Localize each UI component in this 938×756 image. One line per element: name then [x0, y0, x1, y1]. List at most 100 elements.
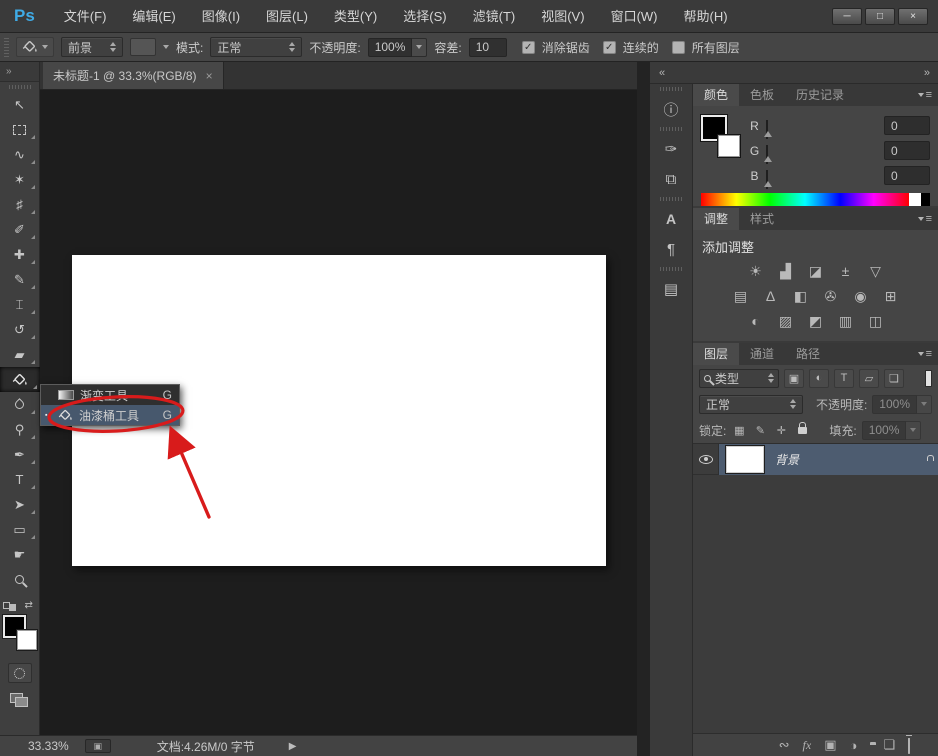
- tab-layers[interactable]: 图层: [693, 343, 739, 365]
- menu-type[interactable]: 类型(Y): [321, 0, 390, 33]
- type-layer-filter-icon[interactable]: T: [834, 369, 854, 388]
- layer-row-background[interactable]: 背景: [693, 444, 938, 475]
- clone-stamp-tool[interactable]: ⌶: [2, 292, 38, 317]
- chevron-down-icon[interactable]: [412, 38, 427, 57]
- color-spectrum-ramp[interactable]: [701, 193, 909, 206]
- contiguous-checkbox[interactable]: ✓: [603, 41, 616, 54]
- zoom-level-field[interactable]: 33.33%: [28, 739, 69, 753]
- fill-source-select[interactable]: 前景: [61, 37, 123, 57]
- tolerance-input[interactable]: 10: [469, 38, 507, 57]
- invert-icon[interactable]: ◐: [742, 311, 769, 331]
- chevron-down-icon[interactable]: [906, 421, 921, 440]
- color-balance-icon[interactable]: Δ: [757, 286, 784, 306]
- screen-mode-button[interactable]: [8, 690, 32, 710]
- green-value-field[interactable]: 0: [884, 141, 930, 160]
- curves-icon[interactable]: ◪: [802, 261, 829, 281]
- background-color-swatch[interactable]: [17, 630, 37, 650]
- blue-slider-thumb[interactable]: [764, 181, 772, 187]
- brush-presets-panel-icon[interactable]: ✑: [650, 134, 693, 164]
- path-selection-tool[interactable]: ➤: [2, 492, 38, 517]
- selective-color-icon[interactable]: ◫: [862, 311, 889, 331]
- blur-tool[interactable]: [2, 392, 38, 417]
- tab-channels[interactable]: 通道: [739, 343, 785, 365]
- hand-tool[interactable]: ☛: [2, 542, 38, 567]
- flyout-item-paint-bucket-tool[interactable]: ▪ 油漆桶工具 G: [41, 405, 179, 425]
- link-layers-icon[interactable]: ∾: [779, 737, 790, 753]
- panel-menu-icon[interactable]: ≡: [918, 89, 932, 101]
- swap-colors-icon[interactable]: ⇄: [25, 600, 33, 611]
- info-panel-icon[interactable]: ⓘ: [650, 94, 693, 124]
- eyedropper-tool[interactable]: ✐: [2, 217, 38, 242]
- blue-value-field[interactable]: 0: [884, 166, 930, 185]
- pen-tool[interactable]: ✒: [2, 442, 38, 467]
- move-tool[interactable]: ↖: [2, 92, 38, 117]
- type-tool[interactable]: T: [2, 467, 38, 492]
- adjustment-fill-icon[interactable]: ◑: [849, 738, 857, 753]
- all-layers-checkbox[interactable]: [672, 41, 685, 54]
- flyout-item-gradient-tool[interactable]: 渐变工具 G: [41, 385, 179, 405]
- tab-styles[interactable]: 样式: [739, 208, 785, 230]
- white-swatch[interactable]: [909, 193, 921, 206]
- menu-window[interactable]: 窗口(W): [598, 0, 671, 33]
- levels-icon[interactable]: ▟: [772, 261, 799, 281]
- lock-all-icon[interactable]: [794, 427, 810, 434]
- hue-saturation-icon[interactable]: ▤: [727, 286, 754, 306]
- smart-object-filter-icon[interactable]: ❏: [884, 369, 904, 388]
- paint-bucket-tool[interactable]: [0, 367, 40, 392]
- toolbar-collapse-button[interactable]: »: [0, 62, 39, 82]
- layer-filter-select[interactable]: 类型: [699, 369, 779, 388]
- channel-mixer-icon[interactable]: ◉: [847, 286, 874, 306]
- antialias-checkbox[interactable]: ✓: [522, 41, 535, 54]
- tab-history[interactable]: 历史记录: [785, 84, 855, 106]
- tab-paths[interactable]: 路径: [785, 343, 831, 365]
- adjustment-layer-filter-icon[interactable]: ◐: [809, 369, 829, 388]
- brightness-contrast-icon[interactable]: ☀: [742, 261, 769, 281]
- menu-filter[interactable]: 滤镜(T): [460, 0, 529, 33]
- red-slider-thumb[interactable]: [764, 131, 772, 137]
- collapse-panels-icon[interactable]: »: [924, 67, 929, 79]
- document-tab[interactable]: 未标题-1 @ 33.3%(RGB/8) ×: [43, 62, 224, 89]
- default-and-swap-colors[interactable]: ⇄: [3, 600, 37, 611]
- green-slider-thumb[interactable]: [764, 156, 772, 162]
- threshold-icon[interactable]: ◩: [802, 311, 829, 331]
- menu-image[interactable]: 图像(I): [189, 0, 253, 33]
- shape-tool[interactable]: ▭: [2, 517, 38, 542]
- tab-close-icon[interactable]: ×: [206, 69, 213, 83]
- black-white-icon[interactable]: ◧: [787, 286, 814, 306]
- menu-select[interactable]: 选择(S): [390, 0, 459, 33]
- opacity-combo[interactable]: 100%: [368, 38, 428, 57]
- history-brush-tool[interactable]: ↺: [2, 317, 38, 342]
- menu-help[interactable]: 帮助(H): [671, 0, 741, 33]
- new-layer-icon[interactable]: ❏: [883, 737, 895, 753]
- add-layer-mask-icon[interactable]: ▣: [824, 737, 836, 753]
- panel-menu-icon[interactable]: ≡: [918, 213, 932, 225]
- black-swatch[interactable]: [921, 193, 930, 206]
- shape-layer-filter-icon[interactable]: ▱: [859, 369, 879, 388]
- clone-source-panel-icon[interactable]: ⧉: [650, 164, 693, 194]
- collapse-dock-icon[interactable]: «: [659, 67, 664, 79]
- red-value-field[interactable]: 0: [884, 116, 930, 135]
- tab-swatches[interactable]: 色板: [739, 84, 785, 106]
- marquee-tool[interactable]: [2, 117, 38, 142]
- status-menu-arrow-icon[interactable]: ▶: [289, 741, 297, 752]
- close-button[interactable]: ×: [898, 8, 928, 25]
- crop-tool[interactable]: ♯: [2, 192, 38, 217]
- menu-edit[interactable]: 编辑(E): [119, 0, 188, 33]
- posterize-icon[interactable]: ▨: [772, 311, 799, 331]
- eraser-tool[interactable]: ▰: [2, 342, 38, 367]
- photo-filter-icon[interactable]: ✇: [817, 286, 844, 306]
- menu-view[interactable]: 视图(V): [528, 0, 597, 33]
- menu-file[interactable]: 文件(F): [51, 0, 120, 33]
- dodge-tool[interactable]: ⚲: [2, 417, 38, 442]
- lock-move-icon[interactable]: ✛: [773, 424, 789, 437]
- layer-style-icon[interactable]: fx: [803, 738, 812, 753]
- color-lookup-icon[interactable]: ⊞: [877, 286, 904, 306]
- layer-opacity-combo[interactable]: 100%: [872, 395, 932, 414]
- paragraph-panel-icon[interactable]: ¶: [650, 234, 693, 264]
- panel-menu-icon[interactable]: ≡: [918, 348, 932, 360]
- tab-color[interactable]: 颜色: [693, 84, 739, 106]
- character-panel-icon[interactable]: A: [650, 204, 693, 234]
- magic-wand-tool[interactable]: ✶: [2, 167, 38, 192]
- gradient-map-icon[interactable]: ▥: [832, 311, 859, 331]
- tool-preset-picker[interactable]: [16, 37, 54, 57]
